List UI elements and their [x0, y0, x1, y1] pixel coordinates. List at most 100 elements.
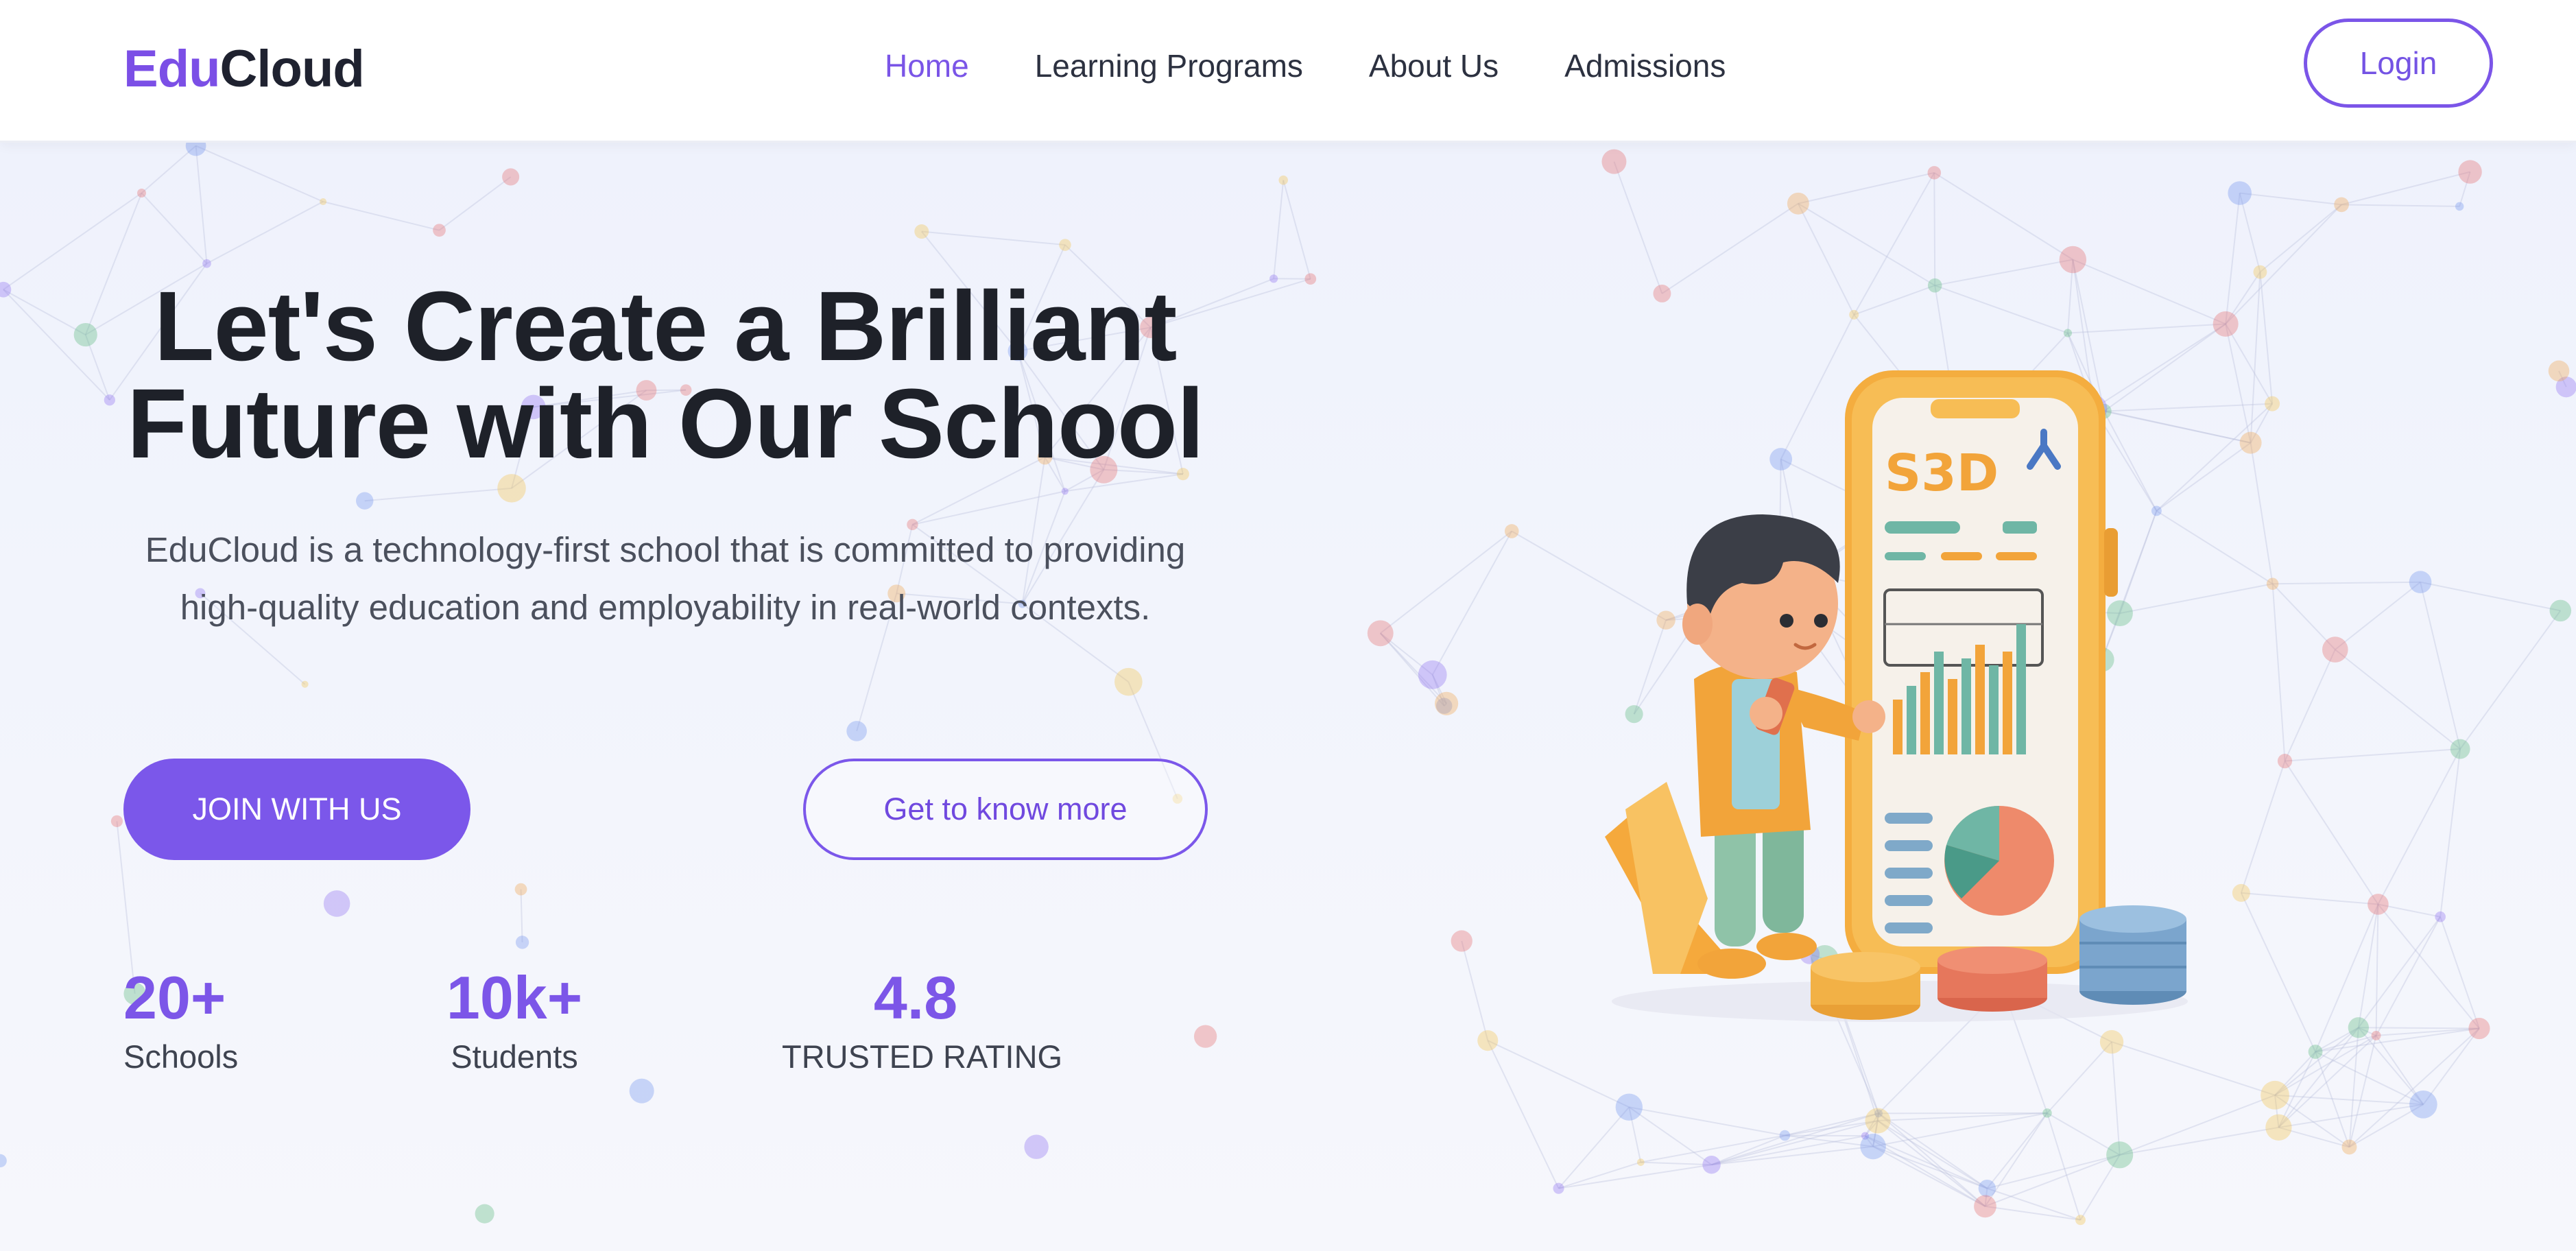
network-line [1986, 1112, 2048, 1189]
network-dot [356, 492, 374, 510]
network-dot [2228, 181, 2252, 205]
network-dot [1779, 1130, 1791, 1141]
network-line [2239, 192, 2342, 206]
network-line [1853, 285, 1935, 315]
logo-cloud-text: Cloud [219, 40, 365, 98]
network-dot [1865, 1108, 1891, 1134]
network-dot [2106, 1141, 2134, 1169]
network-dot [1615, 1093, 1643, 1121]
network-line [2111, 1041, 2276, 1096]
network-dot [2450, 739, 2470, 759]
login-button[interactable]: Login [2304, 19, 2493, 108]
network-line [2375, 916, 2442, 1036]
network-line [2119, 1126, 2279, 1156]
site-logo[interactable]: EduCloud [123, 38, 365, 100]
nav-about-us[interactable]: About Us [1369, 45, 1499, 86]
network-line [2377, 903, 2480, 1029]
nav-learning-programs[interactable]: Learning Programs [1035, 45, 1303, 86]
stat-students-label: Students [451, 1038, 578, 1075]
network-dot [1787, 192, 1809, 215]
join-with-us-button[interactable]: JOIN WITH US [123, 759, 470, 860]
network-dot [2308, 1045, 2323, 1059]
network-dot [137, 188, 147, 198]
network-dot [1451, 930, 1472, 952]
network-dot [2368, 894, 2389, 915]
pie-chart-graphic [1944, 805, 2054, 916]
network-dot [1477, 1030, 1499, 1051]
network-line [2274, 1035, 2377, 1096]
network-line [2250, 442, 2274, 584]
stat-students-value: 10k+ [446, 964, 583, 1032]
network-dot [2232, 883, 2250, 902]
network-line [2225, 324, 2252, 443]
network-dot [2549, 599, 2572, 622]
network-line [1711, 1112, 1879, 1166]
hero-title: Let's Create a Brilliant Future with Our… [103, 277, 1228, 479]
network-line [2272, 581, 2421, 585]
network-dot [2239, 431, 2262, 454]
network-line [2284, 649, 2336, 762]
network-dot [323, 890, 350, 917]
network-dot [2265, 1114, 2292, 1141]
network-line [2119, 1094, 2276, 1156]
network-line [2241, 892, 2378, 905]
network-line [1661, 202, 1799, 294]
network-line [1613, 161, 1663, 294]
network-dot [2265, 396, 2280, 412]
network-line [921, 230, 1066, 246]
network-dot [1702, 1155, 1721, 1174]
network-line [3, 289, 86, 335]
network-dot [2341, 1139, 2357, 1155]
network-line [2358, 916, 2441, 1028]
network-line [141, 145, 197, 194]
hero-title-line2: Future with Our School [127, 368, 1204, 479]
network-dot [2322, 636, 2348, 663]
network-dot [2548, 360, 2570, 382]
network-line [2285, 748, 2461, 762]
network-dot [2042, 1108, 2052, 1118]
nav-admissions[interactable]: Admissions [1564, 45, 1726, 86]
main-nav: Home Learning Programs About Us Admissio… [885, 45, 1791, 86]
network-dot [514, 883, 527, 896]
network-line [2271, 584, 2286, 761]
network-dot [1860, 1133, 1886, 1160]
network-line [1558, 1164, 1712, 1189]
network-dot [2435, 911, 2446, 922]
network-line [2341, 171, 2470, 206]
network-dot [433, 224, 446, 237]
network-line [1987, 1187, 2081, 1221]
get-to-know-more-button[interactable]: Get to know more [803, 759, 1208, 860]
stat-rating: 4.8 TRUSTED RATING [782, 964, 1062, 1079]
network-dot [2348, 1017, 2370, 1038]
network-dot [2261, 1080, 2289, 1110]
site-header: EduCloud Home Learning Programs About Us… [0, 0, 2576, 143]
network-line [2240, 761, 2286, 894]
network-dot [320, 198, 327, 206]
network-line [1987, 1154, 2120, 1189]
network-line [1558, 1106, 1630, 1189]
network-line [1933, 172, 1936, 286]
network-line [364, 487, 512, 502]
network-dot [914, 224, 929, 239]
network-line [3, 192, 143, 291]
network-dot [2059, 246, 2087, 274]
network-dot [2409, 1090, 2437, 1119]
network-dot [1978, 1179, 1996, 1198]
network-line [2315, 904, 2379, 1052]
network-dot [502, 168, 520, 186]
network-line [2284, 761, 2379, 905]
network-line [1985, 1154, 2121, 1207]
network-line [1380, 530, 1512, 634]
network-line [1461, 940, 1489, 1041]
network-line [1798, 171, 1935, 204]
network-dot [1269, 274, 1278, 283]
network-dot [1849, 309, 1859, 320]
nav-home[interactable]: Home [885, 45, 969, 86]
network-dot [2458, 160, 2482, 184]
network-line [1487, 1040, 1630, 1108]
network-line [2348, 1027, 2480, 1148]
network-line [2335, 581, 2421, 650]
network-line [2072, 259, 2226, 325]
network-line [195, 145, 208, 264]
stat-students: 10k+ Students [439, 964, 590, 1079]
